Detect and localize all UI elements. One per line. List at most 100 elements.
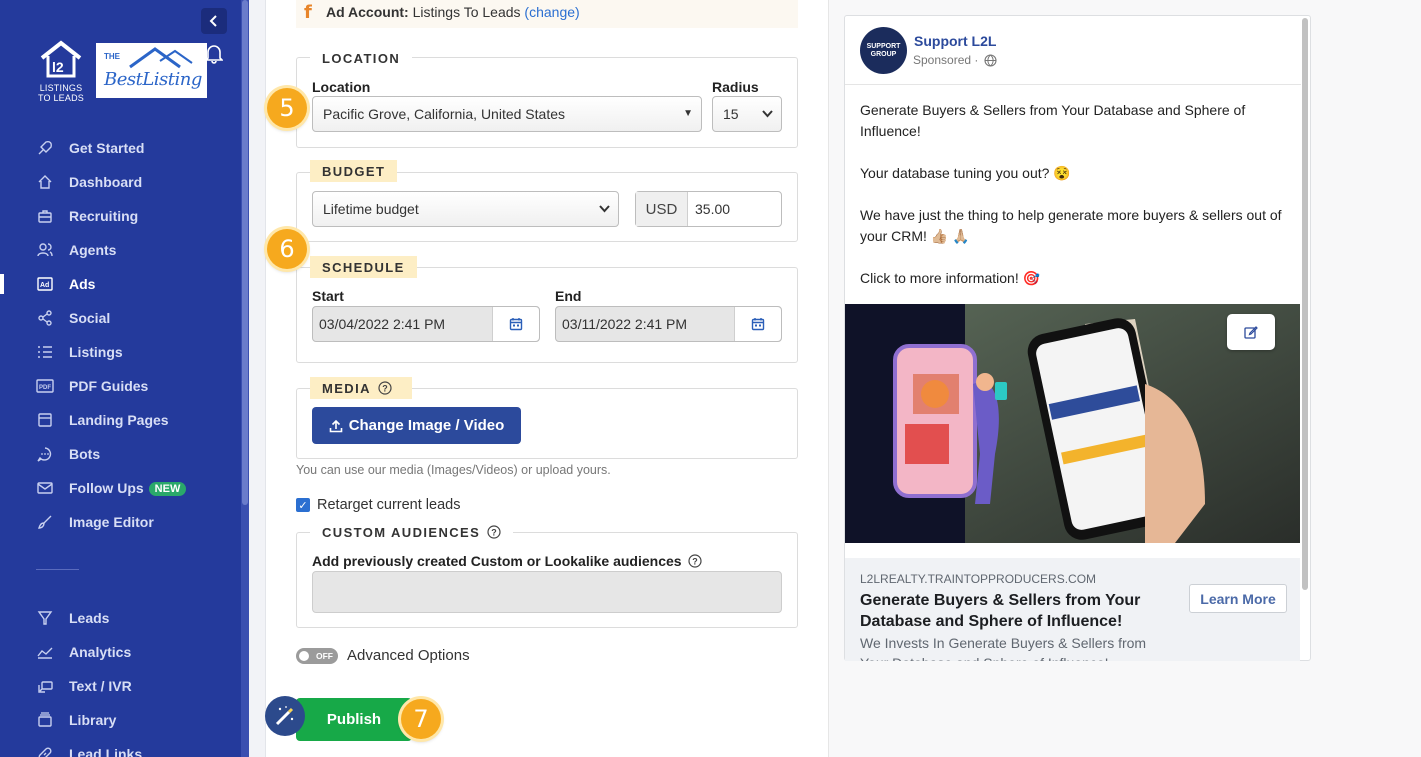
sidebar-item-agents[interactable]: Agents xyxy=(0,236,240,264)
page-name-link[interactable]: Support L2L xyxy=(914,33,996,49)
custom-audiences-input[interactable] xyxy=(312,571,782,613)
sidebar-item-social[interactable]: Social xyxy=(0,304,240,332)
svg-text:Ad: Ad xyxy=(40,282,49,289)
avatar-text-line1: SUPPORT xyxy=(866,42,901,50)
sidebar: l2 LISTINGS TO LEADS THE BestListing Get… xyxy=(0,0,249,757)
sidebar-item-label: Leads xyxy=(69,610,110,626)
chat-icon xyxy=(36,446,54,462)
budget-type-select[interactable]: Lifetime budget xyxy=(312,191,619,227)
ad-text-paragraph-4: Click to more information! 🎯 xyxy=(860,270,1041,286)
change-image-video-button[interactable]: Change Image / Video xyxy=(312,407,521,444)
help-icon[interactable]: ? xyxy=(687,554,702,568)
rocket-icon xyxy=(36,140,54,156)
sidebar-item-get-started[interactable]: Get Started xyxy=(0,134,240,162)
sidebar-item-library[interactable]: Library xyxy=(0,706,240,734)
sidebar-item-label: Follow Ups xyxy=(69,480,144,496)
custom-audiences-legend-text: CUSTOM AUDIENCES xyxy=(322,524,481,540)
sidebar-scrollbar-thumb[interactable] xyxy=(242,0,248,505)
chevron-down-icon xyxy=(599,205,610,213)
library-icon xyxy=(36,712,54,728)
sidebar-item-label: Social xyxy=(69,310,111,326)
end-date-picker-button[interactable] xyxy=(734,307,781,341)
avatar-text-line2: GROUP xyxy=(870,50,897,58)
link-description: We Invests In Generate Buyers & Sellers … xyxy=(860,635,1147,661)
change-account-link[interactable]: change xyxy=(529,4,575,20)
magic-wand-icon xyxy=(275,706,294,726)
location-select[interactable]: Pacific Grove, California, United States… xyxy=(312,96,702,132)
audiences-label: Add previously created Custom or Lookali… xyxy=(312,553,682,569)
start-date-picker-button[interactable] xyxy=(492,307,539,341)
l2l-logo[interactable]: l2 LISTINGS TO LEADS xyxy=(30,40,92,104)
upload-icon xyxy=(329,419,342,432)
svg-text:?: ? xyxy=(382,384,389,394)
logo-text-line2: TO LEADS xyxy=(38,93,84,103)
sidebar-item-label: Agents xyxy=(69,242,117,258)
magic-wand-button[interactable] xyxy=(265,696,305,736)
sidebar-item-lead-links[interactable]: Lead Links xyxy=(0,740,240,757)
media-legend: MEDIA ? xyxy=(310,377,412,399)
budget-legend: BUDGET xyxy=(310,160,398,182)
calendar-icon xyxy=(509,318,523,331)
sidebar-item-label: Ads xyxy=(69,276,96,292)
sidebar-item-label: Listings xyxy=(69,344,123,360)
ad-icon: Ad xyxy=(36,276,54,292)
budget-amount-group: USD 35.00 xyxy=(635,191,782,227)
sidebar-item-image-editor[interactable]: Image Editor xyxy=(0,508,240,536)
content-gutter xyxy=(249,0,266,757)
retarget-checkbox-row[interactable]: ✓ Retarget current leads xyxy=(296,497,460,513)
sidebar-item-recruiting[interactable]: Recruiting xyxy=(0,202,240,230)
logo-text-line1: LISTINGS xyxy=(39,83,83,93)
checkbox-checked-icon[interactable]: ✓ xyxy=(296,498,310,512)
custom-audiences-legend: CUSTOM AUDIENCES ? xyxy=(310,521,514,543)
ad-account-text: Ad Account: Listings To Leads (change) xyxy=(326,4,580,20)
radius-select[interactable]: 15 xyxy=(712,96,782,132)
new-badge: NEW xyxy=(148,482,187,496)
publish-button[interactable]: Publish xyxy=(296,698,412,741)
home-icon xyxy=(36,174,54,190)
help-icon[interactable]: ? xyxy=(378,381,392,395)
sidebar-item-label: Text / IVR xyxy=(69,678,132,694)
calendar-icon xyxy=(751,318,765,331)
users-icon xyxy=(36,242,54,258)
bell-icon xyxy=(205,45,223,64)
phone-icon xyxy=(36,678,54,694)
sponsored-label: Sponsored · xyxy=(913,53,997,67)
sidebar-item-analytics[interactable]: Analytics xyxy=(0,638,240,666)
help-icon[interactable]: ? xyxy=(487,525,501,539)
collapse-sidebar-button[interactable] xyxy=(201,8,227,34)
end-date-input[interactable]: 03/11/2022 2:41 PM xyxy=(555,306,782,342)
filter-icon xyxy=(36,610,54,626)
end-date-value: 03/11/2022 2:41 PM xyxy=(562,316,688,332)
radius-label: Radius xyxy=(712,79,759,95)
sidebar-item-label: Analytics xyxy=(69,644,132,660)
page-avatar[interactable]: SUPPORT GROUP xyxy=(860,27,907,74)
sidebar-item-follow-ups[interactable]: Follow Ups NEW xyxy=(0,474,240,502)
chevron-down-icon xyxy=(762,110,773,118)
ad-account-bar: f Ad Account: Listings To Leads (change) xyxy=(296,0,798,28)
sidebar-item-listings[interactable]: Listings xyxy=(0,338,240,366)
sidebar-item-bots[interactable]: Bots xyxy=(0,440,240,468)
start-date-value: 03/04/2022 2:41 PM xyxy=(319,316,446,332)
start-date-input[interactable]: 03/04/2022 2:41 PM xyxy=(312,306,540,342)
sidebar-item-landing-pages[interactable]: Landing Pages xyxy=(0,406,240,434)
sidebar-item-ads[interactable]: Ad Ads xyxy=(0,270,240,298)
preview-scrollbar[interactable] xyxy=(1302,18,1308,590)
currency-addon: USD xyxy=(636,192,688,226)
brush-icon xyxy=(36,514,54,530)
ad-account-label: Ad Account: xyxy=(326,4,409,20)
ad-text-paragraph-3: We have just the thing to help generate … xyxy=(860,207,1282,244)
link-headline[interactable]: Generate Buyers & Sellers from Your Data… xyxy=(860,590,1180,632)
sidebar-item-leads[interactable]: Leads xyxy=(0,604,240,632)
location-label: Location xyxy=(312,79,371,95)
budget-amount-input[interactable]: 35.00 xyxy=(688,201,730,217)
advanced-options-row[interactable]: OFF Advanced Options xyxy=(296,647,470,664)
learn-more-button[interactable]: Learn More xyxy=(1189,584,1287,613)
sidebar-item-label: Get Started xyxy=(69,140,145,156)
advanced-options-toggle[interactable]: OFF xyxy=(296,647,338,664)
sidebar-item-dashboard[interactable]: Dashboard xyxy=(0,168,240,196)
sidebar-item-text-ivr[interactable]: Text / IVR xyxy=(0,672,240,700)
edit-image-button[interactable] xyxy=(1227,314,1275,350)
svg-text:?: ? xyxy=(492,528,499,538)
sidebar-item-label: PDF Guides xyxy=(69,378,149,394)
sidebar-item-pdf-guides[interactable]: PDF PDF Guides xyxy=(0,372,240,400)
